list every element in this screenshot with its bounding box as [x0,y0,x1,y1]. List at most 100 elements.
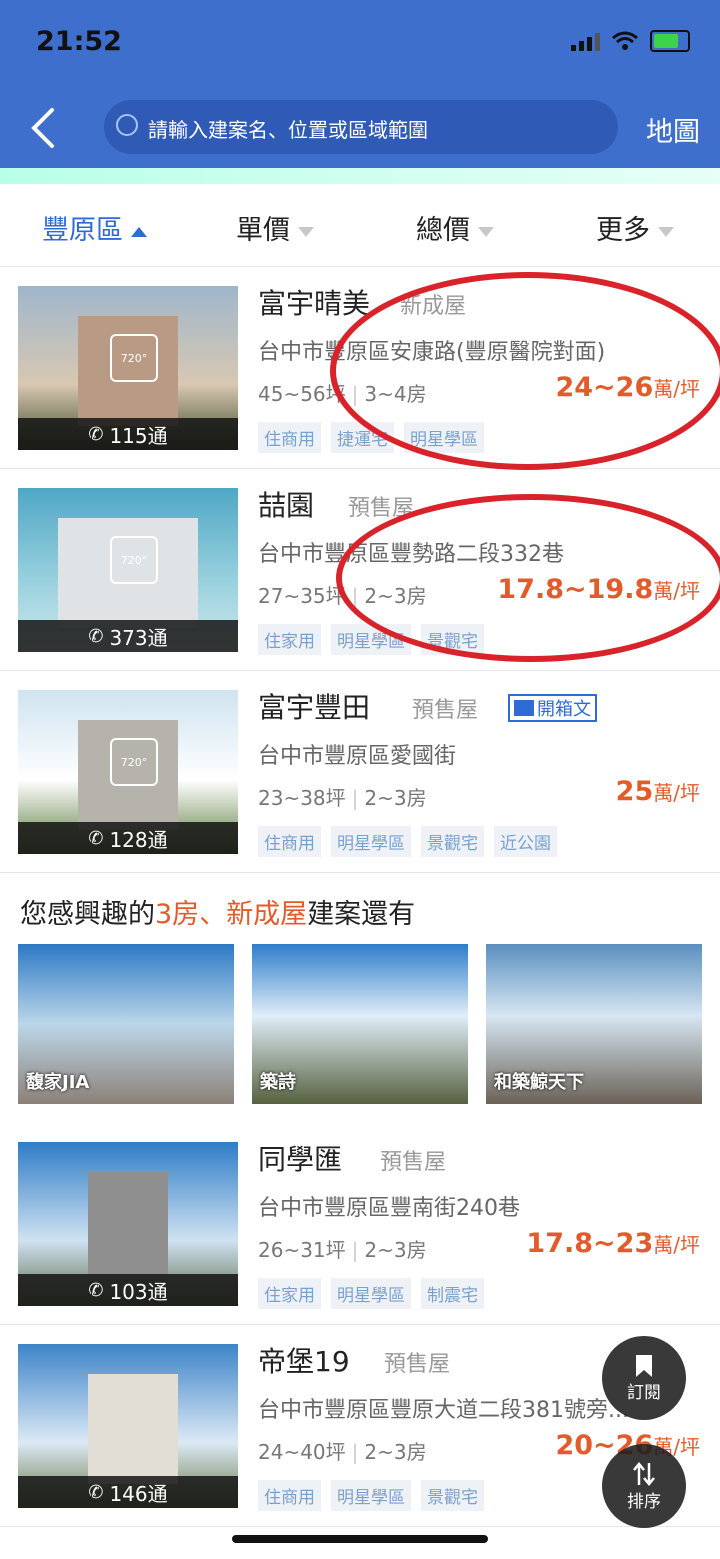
caret-down-icon [298,226,314,237]
listing-type: 預售屋 [380,1150,447,1175]
tag: 住家用 [258,1278,321,1309]
listing-photo: 720° ✆ 128通 [18,690,238,854]
price-unit: 萬/坪 [653,1233,700,1257]
listing-address: 台中市豐原區豐勢路二段332巷 [258,542,564,567]
listing-photo: ✆ 146通 [18,1344,238,1508]
filter-district[interactable]: 豐原區 [42,208,147,247]
filter-label: 總價 [416,215,470,246]
listing-size: 45~56坪 [258,382,346,406]
listing-rooms: 2~3房 [364,1238,427,1262]
title-separator: 、 [199,899,227,930]
sort-button[interactable]: 排序 [602,1444,686,1528]
tag-list: 住商用 捷運宅 明星學區 [258,422,484,453]
caret-up-icon [131,226,147,237]
listing-meta: 24~40坪 | 2~3房 [258,1440,427,1464]
listing-price: 24~26萬/坪 [555,372,700,403]
recommendation-label: 和築鯨天下 [494,1072,584,1093]
call-count[interactable]: ✆ 146通 [18,1476,238,1508]
title-prefix: 您感興趣的 [20,899,155,930]
book-icon [514,700,534,716]
tag: 明星學區 [331,624,411,655]
search-icon [116,114,138,136]
recommendation-label: 築詩 [260,1072,296,1093]
call-count-label: 373通 [109,625,168,650]
listing-title: 富宇豐田 [258,691,371,724]
signal-icon [571,31,600,51]
search-input[interactable]: 請輸入建案名、位置或區域範圍 [104,100,618,154]
filter-unit-price[interactable]: 單價 [236,208,314,247]
listing-title: 喆園 [258,489,315,522]
tag: 明星學區 [331,1278,411,1309]
filter-total-price[interactable]: 總價 [416,208,494,247]
tag: 住商用 [258,422,321,453]
recommendation-card[interactable]: 築詩 [252,944,468,1104]
tag: 景觀宅 [421,1480,484,1511]
call-count[interactable]: ✆ 373通 [18,620,238,652]
back-button[interactable] [24,104,64,152]
listing-meta: 45~56坪 | 3~4房 [258,382,427,406]
listing-size: 24~40坪 [258,1440,346,1464]
filter-label: 更多 [596,215,650,246]
tag: 住商用 [258,826,321,857]
header-divider [0,168,720,184]
listing-size: 23~38坪 [258,786,346,810]
sort-label: 排序 [627,1491,661,1512]
tag-list: 住商用 明星學區 景觀宅 近公園 [258,826,557,857]
listing-type: 預售屋 [384,1352,451,1377]
status-time: 21:52 [36,26,122,57]
tag-list: 住家用 明星學區 景觀宅 [258,624,484,655]
listing-address: 台中市豐原區安康路(豐原醫院對面) [258,340,606,365]
map-button[interactable]: 地圖 [646,110,700,149]
listing-card[interactable]: 720° ✆ 128通 富宇豐田 預售屋 開箱文 台中市豐原區愛國街 23~38坪… [0,672,720,873]
call-count[interactable]: ✆ 128通 [18,822,238,854]
caret-down-icon [658,226,674,237]
listing-card[interactable]: 720° ✆ 373通 喆園 預售屋 台中市豐原區豐勢路二段332巷 27~35坪… [0,470,720,671]
panorama-icon[interactable]: 720° [110,536,158,584]
subscribe-button[interactable]: 訂閱 [602,1336,686,1420]
listing-title: 帝堡19 [258,1345,350,1378]
panorama-icon[interactable]: 720° [110,334,158,382]
phone-icon: ✆ [88,423,104,445]
call-count-label: 103通 [109,1279,168,1304]
call-count-label: 128通 [109,827,168,852]
listing-rooms: 2~3房 [364,1440,427,1464]
listing-card[interactable]: 720° ✆ 115通 富宇晴美 新成屋 台中市豐原區安康路(豐原醫院對面) 45… [0,268,720,469]
battery-icon [650,30,690,52]
listing-address: 台中市豐原區豐南街240巷 [258,1196,520,1221]
call-count[interactable]: ✆ 103通 [18,1274,238,1306]
recommendation-card[interactable]: 馥家JIA [18,944,234,1104]
listing-price: 17.8~19.8萬/坪 [497,574,700,605]
recommendation-card[interactable]: 和築鯨天下 [486,944,702,1104]
listing-type: 新成屋 [400,294,467,319]
call-count[interactable]: ✆ 115通 [18,418,238,450]
listing-photo: ✆ 103通 [18,1142,238,1306]
filter-label: 單價 [236,215,290,246]
filter-bar: 豐原區 單價 總價 更多 [0,186,720,267]
phone-icon: ✆ [88,1481,104,1503]
panorama-icon[interactable]: 720° [110,738,158,786]
listing-rooms: 3~4房 [364,382,427,406]
sort-icon [633,1461,655,1486]
tag-list: 住家用 明星學區 制震宅 [258,1278,484,1309]
price-value: 17.8~19.8 [497,574,654,605]
tag: 近公園 [494,826,557,857]
filter-label: 豐原區 [42,215,123,246]
tag: 住商用 [258,1480,321,1511]
phone-icon: ✆ [88,1279,104,1301]
tag: 住家用 [258,624,321,655]
recommendation-label: 馥家JIA [26,1072,90,1093]
listing-photo: 720° ✆ 373通 [18,488,238,652]
phone-icon: ✆ [88,827,104,849]
status-icons [571,30,690,52]
call-count-label: 115通 [109,423,168,448]
listing-title: 富宇晴美 [258,287,371,320]
listing-card[interactable]: ✆ 103通 同學匯 預售屋 台中市豐原區豐南街240巷 26~31坪 | 2~3房 … [0,1124,720,1325]
listing-size: 27~35坪 [258,584,346,608]
listing-title: 同學匯 [258,1143,343,1176]
listing-meta: 23~38坪 | 2~3房 [258,786,427,810]
unboxing-article-badge[interactable]: 開箱文 [508,694,597,722]
listing-price: 17.8~23萬/坪 [526,1228,700,1259]
filter-more[interactable]: 更多 [596,208,674,247]
listing-address: 台中市豐原區豐原大道二段381號旁... [258,1398,629,1423]
call-count-label: 146通 [109,1481,168,1506]
